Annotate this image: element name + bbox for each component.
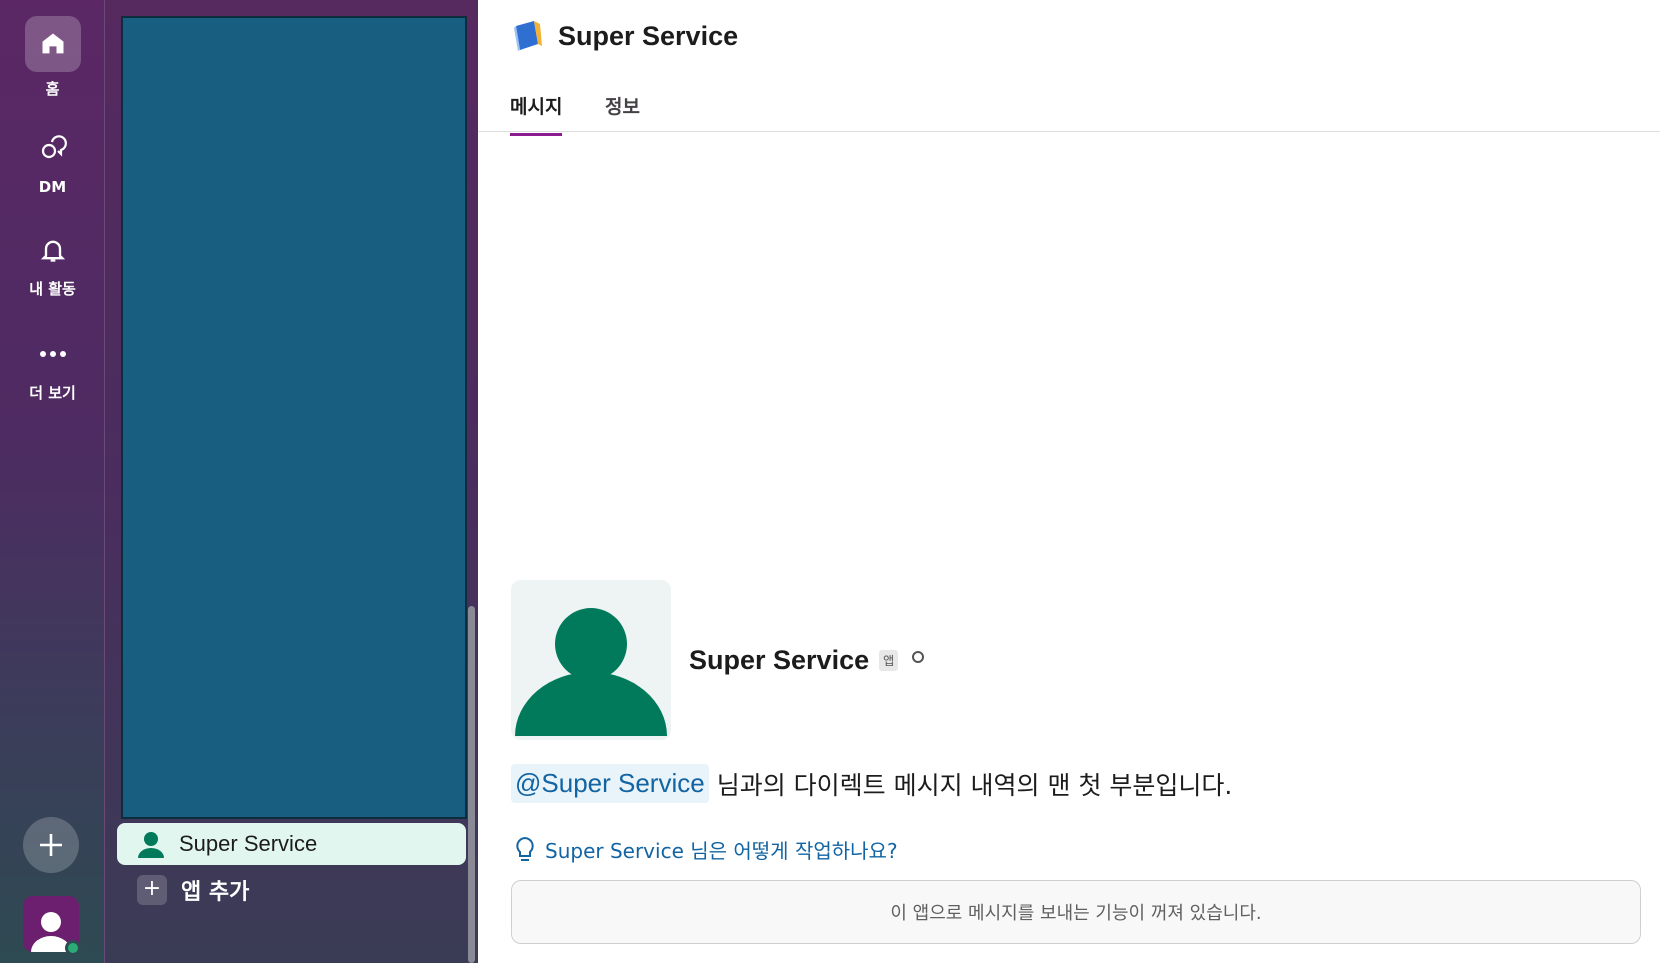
history-text: 님과의 다이렉트 메시지 내역의 맨 첫 부분입니다.: [716, 770, 1233, 800]
page-title: Super Service: [558, 20, 739, 51]
redacted-region: [121, 16, 467, 819]
sidebar-item-label: Super Service: [179, 831, 318, 856]
dm-icon: [25, 120, 81, 176]
channel-sidebar: Super Service + 앱 추가: [105, 0, 478, 963]
plus-icon: +: [137, 875, 167, 905]
rail-label-activity: 내 활동: [29, 280, 76, 298]
app-badge: 앱: [879, 650, 899, 671]
profile-avatar[interactable]: [511, 580, 671, 740]
conversation-header: Super Service: [510, 18, 738, 54]
user-icon: [515, 608, 667, 736]
profile-name[interactable]: Super Service: [689, 645, 869, 676]
rail-label-more: 더 보기: [29, 384, 76, 402]
plus-icon: [40, 834, 62, 856]
tab-messages[interactable]: 메시지: [510, 92, 563, 136]
user-mention[interactable]: @Super Service: [511, 764, 709, 803]
add-workspace-button[interactable]: [23, 817, 79, 873]
user-icon: [138, 832, 164, 858]
more-icon: [25, 326, 81, 382]
history-start-message: @Super Service 님과의 다이렉트 메시지 내역의 맨 첫 부분입니…: [511, 764, 1232, 803]
sidebar-item-super-service[interactable]: Super Service: [117, 823, 466, 865]
rail-item-home[interactable]: 홈: [0, 16, 105, 99]
add-app-label: 앱 추가: [181, 880, 250, 905]
rail-item-activity[interactable]: 내 활동: [0, 222, 105, 299]
how-it-works-label: Super Service 님은 어떻게 작업하나요?: [545, 839, 898, 863]
status-indicator-icon: [912, 650, 925, 663]
rail-label-home: 홈: [45, 80, 60, 98]
sidebar-scrollbar[interactable]: [468, 606, 475, 963]
disabled-notice-text: 이 앱으로 메시지를 보내는 기능이 꺼져 있습니다.: [890, 903, 1262, 924]
rail-item-dm[interactable]: DM: [0, 120, 105, 196]
tab-info[interactable]: 정보: [605, 92, 640, 133]
lightbulb-icon: [516, 836, 534, 861]
workspace-rail: 홈 DM 내 활동 더 보기: [0, 0, 105, 963]
bell-icon: [25, 222, 81, 278]
rail-item-more[interactable]: 더 보기: [0, 326, 105, 403]
main-pane: Super Service 메시지 정보 Super Service 앱 @Su…: [478, 0, 1660, 963]
profile-name-row: Super Service 앱: [689, 645, 925, 676]
rail-label-dm: DM: [38, 178, 67, 196]
presence-indicator: [65, 940, 81, 956]
messaging-disabled-notice: 이 앱으로 메시지를 보내는 기능이 꺼져 있습니다.: [511, 880, 1641, 944]
add-app-button[interactable]: + 앱 추가: [137, 870, 249, 910]
how-it-works-link[interactable]: Super Service 님은 어떻게 작업하나요?: [515, 835, 898, 864]
app-logo-icon: [514, 21, 542, 51]
home-icon: [24, 16, 81, 72]
tab-bar: 메시지 정보: [478, 84, 1660, 136]
